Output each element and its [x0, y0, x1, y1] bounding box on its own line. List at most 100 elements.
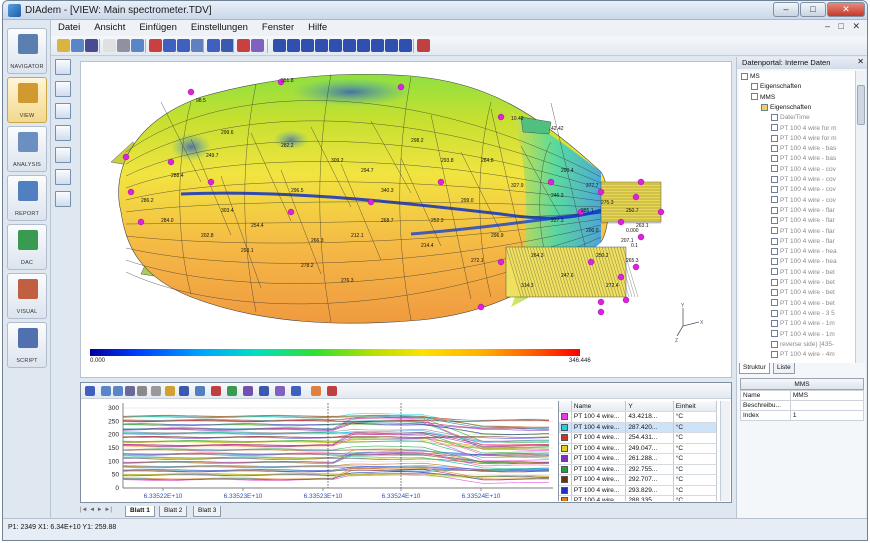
- menu-hilfe[interactable]: Hilfe: [301, 20, 334, 36]
- tree-item[interactable]: PT 100 4 wire - bas: [771, 154, 836, 164]
- tree-item[interactable]: PT 100 4 wire for m: [771, 134, 837, 144]
- tree-item[interactable]: reverse side) [435-: [771, 340, 834, 350]
- mdi-window-buttons[interactable]: – □ ✕: [825, 21, 863, 32]
- 3d-view-area[interactable]: 98.5 351.8 10.42 299.6 282.2 296.5 294.7 298.2 2…: [80, 61, 732, 378]
- layout-option-icon[interactable]: [55, 59, 71, 75]
- spectrometer-3d-model[interactable]: 98.5 351.8 10.42 299.6 282.2 296.5 294.7 298.2 2…: [81, 62, 731, 347]
- layout-option-icon[interactable]: [55, 147, 71, 163]
- nav-navigator[interactable]: NAVIGATOR: [7, 28, 47, 74]
- toolbar-tool-icon[interactable]: [85, 39, 98, 52]
- table-header[interactable]: Y: [625, 401, 674, 412]
- tree-item[interactable]: PT 100 4 wire - 1m: [771, 319, 835, 329]
- nav-view[interactable]: VIEW: [7, 77, 47, 123]
- tree-item[interactable]: PT 100 4 wire - bet: [771, 288, 835, 298]
- chart-tool-icon[interactable]: [259, 386, 269, 396]
- line-chart[interactable]: 300 250 200 150 100 50 0 6.33522E+10 6.33523E+10…: [83, 400, 555, 501]
- tree-item[interactable]: PT 100 4 wire - 3 5: [771, 309, 835, 319]
- tree-item[interactable]: PT 100 4 wire - bet: [771, 268, 835, 278]
- tree-item[interactable]: MS: [741, 72, 760, 82]
- toolbar-tool-icon[interactable]: [177, 39, 190, 52]
- nav-dac[interactable]: DAC: [7, 224, 47, 270]
- chart-tool-icon[interactable]: [113, 386, 123, 396]
- property-row[interactable]: Index 1: [740, 410, 865, 421]
- portal-close-icon[interactable]: ✕: [857, 57, 864, 66]
- minimize-button[interactable]: –: [773, 2, 799, 17]
- chart-tool-icon[interactable]: [211, 386, 221, 396]
- chart-tool-icon[interactable]: [291, 386, 301, 396]
- toolbar-tool-icon[interactable]: [71, 39, 84, 52]
- close-button[interactable]: ✕: [827, 2, 865, 17]
- toolbar-tool-icon[interactable]: [357, 39, 370, 52]
- chart-tool-icon[interactable]: [195, 386, 205, 396]
- toolbar-tool-icon[interactable]: [57, 39, 70, 52]
- table-row[interactable]: PT 100 4 wire... 249.047... °C: [559, 443, 718, 454]
- nav-analysis[interactable]: ANALYSIS: [7, 126, 47, 172]
- toolbar-tool-icon[interactable]: [131, 39, 144, 52]
- tree-item[interactable]: PT 100 4 wire - hea: [771, 257, 837, 267]
- tree-item[interactable]: Eigenschaften: [761, 103, 811, 113]
- toolbar-tool-icon[interactable]: [117, 39, 130, 52]
- layout-option-icon[interactable]: [55, 125, 71, 141]
- tab-blatt-3[interactable]: Blatt 3: [193, 506, 222, 517]
- tree-item[interactable]: PT 100 4 wire - cov: [771, 196, 836, 206]
- table-row[interactable]: PT 100 4 wire... 261.288... °C: [559, 453, 718, 465]
- table-header[interactable]: Einheit: [673, 401, 718, 412]
- chart-tool-icon[interactable]: [227, 386, 237, 396]
- table-row[interactable]: PT 100 4 wire... 293.829... °C: [559, 485, 718, 496]
- nav-script[interactable]: SCRIPT: [7, 322, 47, 368]
- chart-tool-icon[interactable]: [165, 386, 175, 396]
- toolbar-tool-icon[interactable]: [385, 39, 398, 52]
- layout-option-icon[interactable]: [55, 81, 71, 97]
- table-row[interactable]: PT 100 4 wire... 287.420... °C: [559, 422, 718, 433]
- property-row[interactable]: Name MMS: [740, 390, 865, 401]
- chart-tool-icon[interactable]: [101, 386, 111, 396]
- menu-fenster[interactable]: Fenster: [255, 20, 301, 36]
- toolbar-tool-icon[interactable]: [301, 39, 314, 52]
- chart-tool-icon[interactable]: [275, 386, 285, 396]
- chart-tool-icon[interactable]: [311, 386, 321, 396]
- toolbar-tool-icon[interactable]: [371, 39, 384, 52]
- toolbar-tool-icon[interactable]: [207, 39, 220, 52]
- chart-tool-icon[interactable]: [179, 386, 189, 396]
- table-row[interactable]: PT 100 4 wire... 292.755... °C: [559, 464, 718, 475]
- property-row[interactable]: Beschreibu...: [740, 400, 865, 411]
- tree-item[interactable]: PT 100 4 wire - cov: [771, 175, 836, 185]
- tree-item[interactable]: Eigenschaften: [751, 82, 801, 92]
- tab-struktur[interactable]: Struktur: [739, 363, 770, 374]
- table-header[interactable]: [559, 401, 572, 412]
- tab-liste[interactable]: Liste: [773, 363, 795, 374]
- toolbar-tool-icon[interactable]: [103, 39, 116, 52]
- toolbar-tool-icon[interactable]: [273, 39, 286, 52]
- tab-blatt-2[interactable]: Blatt 2: [159, 506, 188, 517]
- toolbar-tool-icon[interactable]: [399, 39, 412, 52]
- toolbar-tool-icon[interactable]: [329, 39, 342, 52]
- toolbar-tool-icon[interactable]: [315, 39, 328, 52]
- tree-item[interactable]: Date/Time: [771, 113, 810, 123]
- tree-item[interactable]: PT 100 4 wire - flar: [771, 216, 835, 226]
- toolbar-tool-icon[interactable]: [251, 39, 264, 52]
- maximize-button[interactable]: □: [800, 2, 826, 17]
- menu-einfuegen[interactable]: Einfügen: [132, 20, 184, 36]
- toolbar-tool-icon[interactable]: [237, 39, 250, 52]
- layout-option-icon[interactable]: [55, 169, 71, 185]
- toolbar-tool-icon[interactable]: [417, 39, 430, 52]
- menu-ansicht[interactable]: Ansicht: [87, 20, 132, 36]
- tree-item[interactable]: PT 100 4 wire - flar: [771, 206, 835, 216]
- sheet-nav-buttons[interactable]: |◄ ◄ ► ►|: [80, 507, 112, 513]
- tree-scroll-thumb[interactable]: [857, 85, 865, 125]
- table-scrollbar[interactable]: [720, 401, 730, 501]
- tree-scrollbar[interactable]: [855, 71, 865, 363]
- tree-item[interactable]: PT 100 4 wire - bet: [771, 278, 835, 288]
- toolbar-tool-icon[interactable]: [149, 39, 162, 52]
- table-row[interactable]: PT 100 4 wire... 288.335... °C: [559, 495, 718, 501]
- tree-item[interactable]: PT 100 4 wire - hea: [771, 247, 837, 257]
- nav-report[interactable]: REPORT: [7, 175, 47, 221]
- chart-tool-icon[interactable]: [137, 386, 147, 396]
- tree-item[interactable]: PT 100 4 wire - cov: [771, 185, 836, 195]
- toolbar-tool-icon[interactable]: [343, 39, 356, 52]
- tree-item[interactable]: PT 100 4 wire - 4m: [771, 350, 835, 360]
- chart-tool-icon[interactable]: [125, 386, 135, 396]
- tree-item[interactable]: PT 100 4 wire - bet: [771, 299, 835, 309]
- layout-option-icon[interactable]: [55, 191, 71, 207]
- chart-tool-icon[interactable]: [85, 386, 95, 396]
